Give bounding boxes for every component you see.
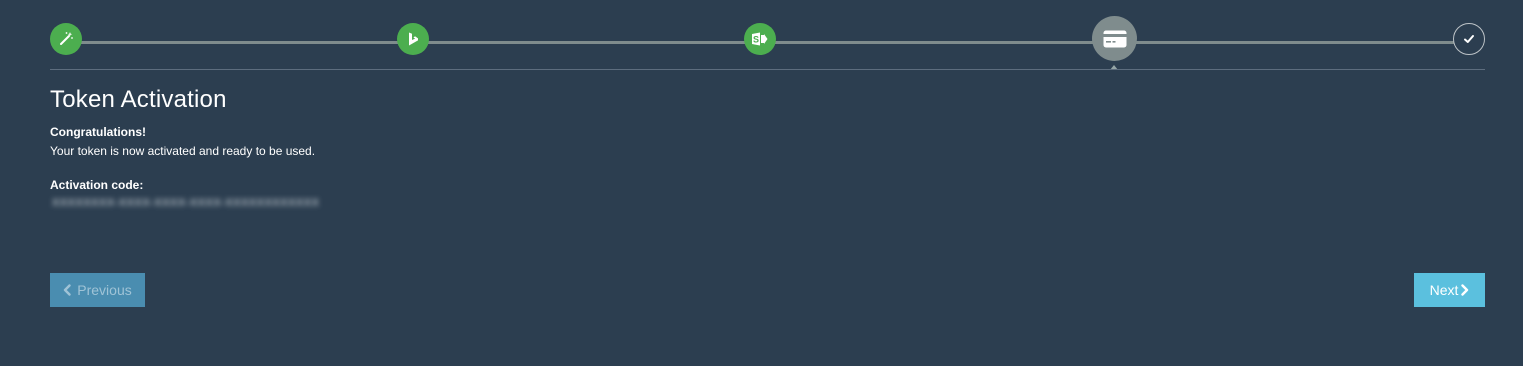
step-2-dynamics[interactable] <box>397 23 429 55</box>
next-button[interactable]: Next <box>1414 273 1485 307</box>
chevron-left-icon <box>63 284 71 296</box>
step-5-finish[interactable] <box>1453 23 1485 55</box>
wizard-page: S Token Activation Congratulations! Your… <box>0 0 1523 366</box>
header-divider <box>50 69 1485 70</box>
activation-code-label: Activation code: <box>50 178 144 192</box>
next-button-label: Next <box>1429 282 1459 298</box>
step-4-credit-card[interactable] <box>1092 16 1137 61</box>
sharepoint-icon: S <box>752 32 768 46</box>
dynamics-icon <box>409 32 418 46</box>
chevron-right-icon <box>1461 284 1469 296</box>
page-title: Token Activation <box>50 86 227 113</box>
svg-text:S: S <box>753 35 759 45</box>
magic-wand-icon <box>60 32 73 45</box>
step-1-magic-wand[interactable] <box>50 23 82 55</box>
activation-message: Your token is now activated and ready to… <box>50 144 316 158</box>
checkmark-icon <box>1464 35 1474 43</box>
credit-card-icon <box>1103 30 1126 47</box>
step-3-sharepoint[interactable]: S <box>744 23 776 55</box>
wizard-stepper: S <box>50 0 1485 70</box>
previous-button-label: Previous <box>77 282 132 298</box>
congratulations-text: Congratulations! <box>50 125 146 139</box>
activation-code-value: XXXXXXXX-XXXX-XXXX-XXXX-XXXXXXXXXXXX <box>52 197 320 209</box>
previous-button[interactable]: Previous <box>50 273 145 307</box>
